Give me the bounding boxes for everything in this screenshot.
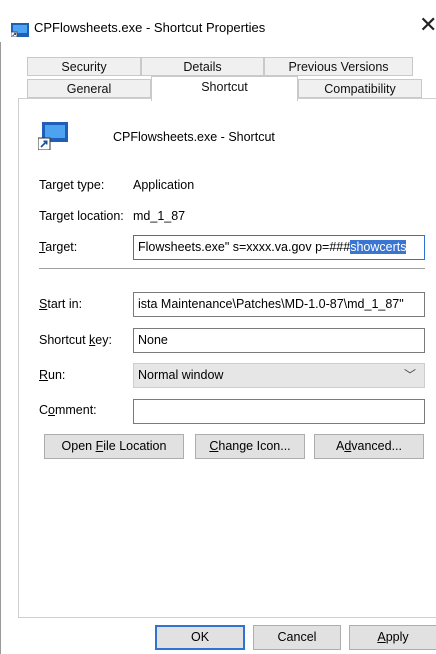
target-label: Target: bbox=[39, 240, 78, 254]
tab-shortcut[interactable]: Shortcut bbox=[151, 76, 298, 101]
tab-security[interactable]: Security bbox=[27, 57, 141, 76]
start-in-label: Start in: bbox=[39, 297, 83, 311]
open-file-location-button[interactable]: Open File Location bbox=[44, 434, 184, 459]
window-title: CPFlowsheets.exe - Shortcut Properties bbox=[34, 20, 266, 35]
shortcut-app-icon bbox=[11, 23, 29, 37]
shortcut-key-label: Shortcut key: bbox=[39, 333, 112, 347]
window-left-border bbox=[0, 42, 1, 654]
target-input-selection: showcerts bbox=[350, 240, 407, 254]
target-location-value: md_1_87 bbox=[133, 209, 186, 223]
target-type-label: Target type: bbox=[39, 178, 105, 192]
shortcut-name: CPFlowsheets.exe - Shortcut bbox=[113, 130, 275, 144]
shortcut-key-input[interactable]: None bbox=[133, 328, 425, 353]
tab-previous-versions[interactable]: Previous Versions bbox=[264, 57, 413, 76]
target-type-value: Application bbox=[133, 178, 195, 192]
tab-general[interactable]: General bbox=[27, 79, 151, 98]
cancel-button[interactable]: Cancel bbox=[253, 625, 341, 650]
shortcut-tab-panel bbox=[18, 98, 436, 618]
tab-compatibility[interactable]: Compatibility bbox=[298, 79, 422, 98]
close-icon[interactable]: ✕ bbox=[419, 14, 436, 36]
target-input[interactable]: Flowsheets.exe" s=xxxx.va.gov p=###showc… bbox=[133, 235, 425, 260]
start-in-input[interactable]: ista Maintenance\Patches\MD-1.0-87\md_1_… bbox=[133, 292, 425, 317]
run-label: Run: bbox=[39, 368, 66, 382]
properties-dialog: CPFlowsheets.exe - Shortcut Properties ✕… bbox=[0, 0, 436, 654]
run-select-value: Normal window bbox=[138, 368, 224, 382]
run-select[interactable]: Normal window ﹀ bbox=[133, 363, 425, 388]
apply-button[interactable]: Apply bbox=[349, 625, 436, 650]
chevron-down-icon: ﹀ bbox=[403, 368, 416, 382]
change-icon-button[interactable]: Change Icon... bbox=[195, 434, 305, 459]
comment-input[interactable] bbox=[133, 399, 425, 424]
title-bar: CPFlowsheets.exe - Shortcut Properties ✕ bbox=[0, 0, 436, 40]
target-location-label: Target location: bbox=[39, 209, 124, 223]
advanced-button[interactable]: Advanced... bbox=[314, 434, 424, 459]
comment-label: Comment: bbox=[39, 403, 97, 417]
tab-details[interactable]: Details bbox=[141, 57, 264, 76]
application-icon bbox=[38, 122, 68, 150]
target-input-text: Flowsheets.exe" s=xxxx.va.gov p=### bbox=[138, 240, 351, 254]
ok-button[interactable]: OK bbox=[155, 625, 245, 650]
separator bbox=[39, 268, 425, 269]
